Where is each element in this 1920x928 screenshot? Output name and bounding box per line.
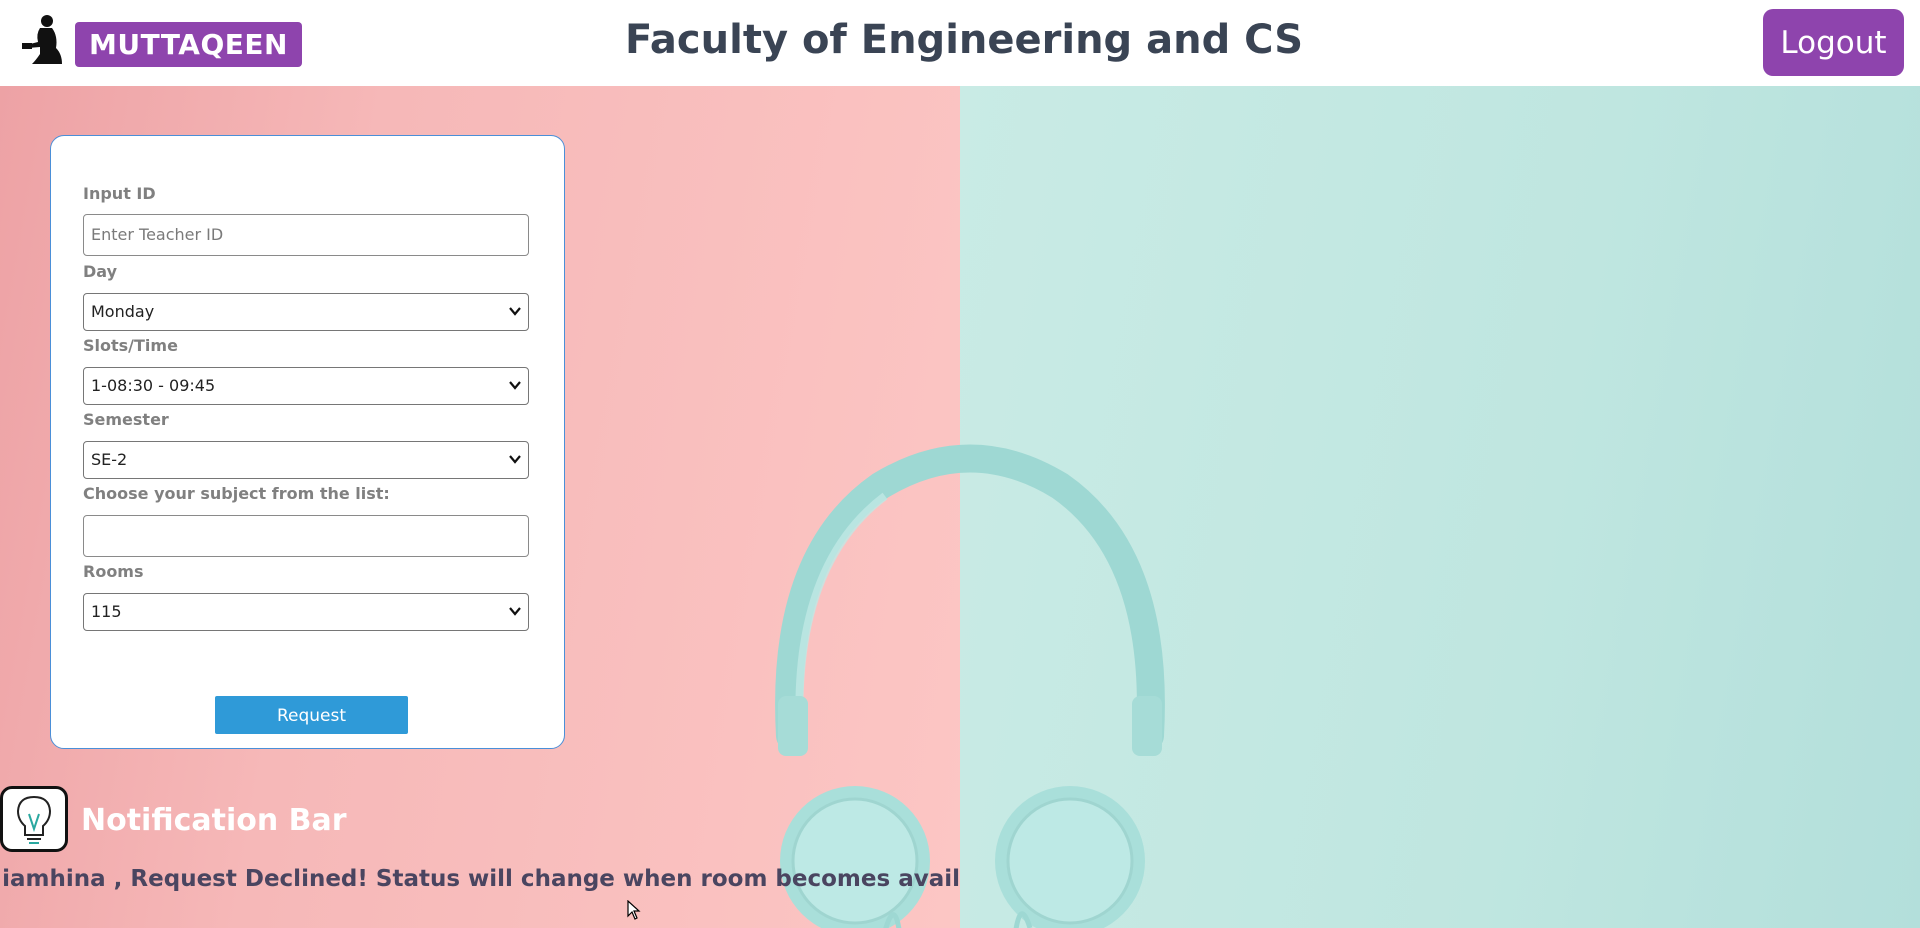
day-selected-value: Monday — [91, 302, 155, 321]
semester-selected-value: SE-2 — [91, 450, 128, 469]
semester-label: Semester — [83, 410, 169, 429]
request-button[interactable]: Request — [215, 696, 408, 734]
room-request-form: Input ID Enter Teacher ID Day Monday Slo… — [50, 135, 565, 749]
logout-button[interactable]: Logout — [1763, 9, 1904, 76]
lightbulb-glyph — [16, 795, 52, 844]
headphones-image — [775, 444, 1165, 928]
header-bar: MUTTAQEEN Faculty of Engineering and CS … — [0, 0, 1920, 86]
chevron-down-icon — [509, 307, 521, 316]
semester-select[interactable]: SE-2 — [83, 441, 529, 479]
notification-bar-title: Notification Bar — [81, 803, 347, 838]
mouse-cursor-icon — [627, 900, 641, 920]
subject-label: Choose your subject from the list: — [83, 484, 390, 503]
rooms-selected-value: 115 — [91, 602, 122, 621]
chevron-down-icon — [509, 455, 521, 464]
lightbulb-icon — [0, 786, 68, 852]
day-label: Day — [83, 262, 118, 281]
input-id-label: Input ID — [83, 184, 156, 203]
subject-input[interactable] — [83, 515, 529, 557]
rooms-select[interactable]: 115 — [83, 593, 529, 631]
page-title: Faculty of Engineering and CS — [624, 17, 1304, 63]
slots-time-label: Slots/Time — [83, 336, 178, 355]
notification-message: Dear! iamhina , Request Declined! Status… — [0, 866, 960, 892]
slot-select[interactable]: 1-08:30 - 09:45 — [83, 367, 529, 405]
slot-selected-value: 1-08:30 - 09:45 — [91, 376, 216, 395]
teacher-id-input[interactable]: Enter Teacher ID — [83, 214, 529, 256]
teacher-id-placeholder: Enter Teacher ID — [91, 225, 224, 244]
rooms-label: Rooms — [83, 562, 144, 581]
chevron-down-icon — [509, 607, 521, 616]
notification-marquee: Dear! iamhina , Request Declined! Status… — [0, 862, 960, 898]
chevron-down-icon — [509, 381, 521, 390]
day-select[interactable]: Monday — [83, 293, 529, 331]
